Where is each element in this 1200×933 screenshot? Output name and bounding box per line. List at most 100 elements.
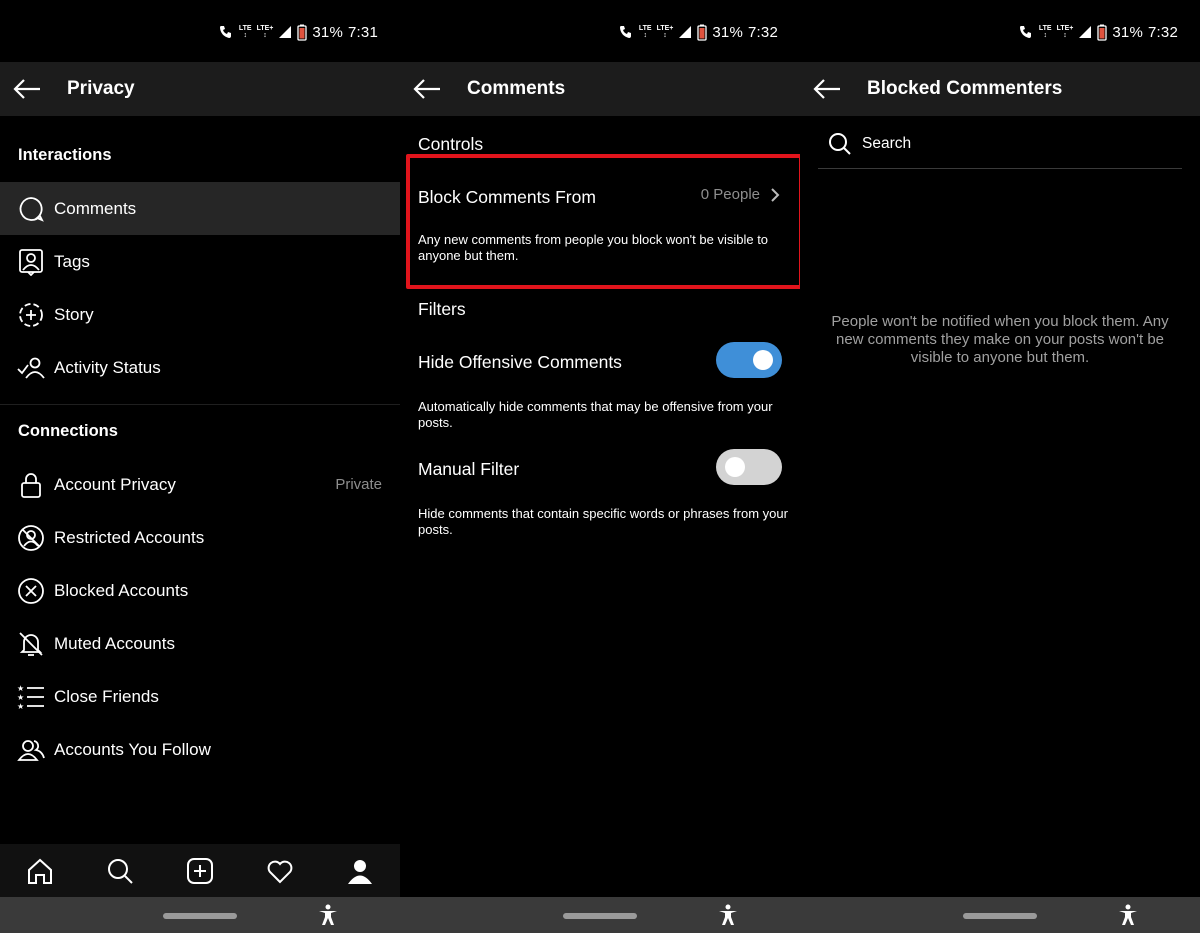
blocked-commenters-screen: LTE ↕ LTE+ ↕ 31% 7:32 Blocked Commenters S…	[800, 0, 1200, 933]
nav-home[interactable]	[24, 855, 56, 887]
page-title: Blocked Commenters	[867, 78, 1063, 99]
toggle-knob	[725, 457, 745, 477]
controls-header: Controls	[418, 134, 484, 154]
hide-offensive-toggle[interactable]	[716, 342, 782, 378]
accessibility-icon[interactable]	[1117, 904, 1139, 926]
menu-item-label: Muted Accounts	[54, 634, 175, 653]
system-navigation-bar	[0, 897, 400, 933]
home-gesture-pill[interactable]	[163, 913, 237, 919]
app-bar: Comments	[400, 62, 800, 116]
menu-item-activity-status[interactable]: Activity Status	[0, 341, 400, 394]
clock: 7:32	[1148, 23, 1178, 41]
wifi-calling-icon	[219, 26, 231, 38]
page-title: Comments	[467, 78, 566, 99]
lte-icon: LTE ↕	[1038, 25, 1052, 39]
activity-status-icon	[17, 357, 45, 379]
app-bar: Blocked Commenters	[800, 62, 1200, 116]
connections-header: Connections	[18, 422, 118, 440]
signal-icon	[679, 26, 692, 38]
system-navigation-bar	[400, 897, 800, 933]
close-friends-icon: ★★★	[17, 684, 44, 711]
back-arrow-icon[interactable]	[412, 76, 442, 102]
back-arrow-icon[interactable]	[12, 76, 42, 102]
manual-filter-toggle[interactable]	[716, 449, 782, 485]
add-post-icon	[187, 857, 213, 884]
bottom-navigation	[0, 844, 400, 897]
signal-icon	[279, 26, 292, 38]
comments-settings-screen: LTE ↕ LTE+ ↕ 31% 7:32 Comments Controls Bl…	[400, 0, 800, 933]
home-icon	[28, 858, 52, 884]
privacy-screen: LTE ↕ LTE+ ↕ 31% 7:31 Privacy Interactions…	[0, 0, 400, 933]
back-arrow-icon[interactable]	[812, 76, 842, 102]
menu-item-restricted-accounts[interactable]: Restricted Accounts	[0, 511, 400, 564]
menu-item-label: Story	[54, 305, 94, 324]
home-gesture-pill[interactable]	[963, 913, 1037, 919]
status-bar: LTE ↕ LTE+ ↕ 31% 7:31	[0, 0, 400, 62]
lte-icon: LTE ↕	[638, 25, 652, 39]
nav-activity[interactable]	[264, 855, 296, 887]
battery-icon	[697, 24, 708, 41]
menu-item-comments[interactable]: Comments	[0, 182, 400, 235]
status-bar: LTE ↕ LTE+ ↕ 31% 7:32	[400, 0, 800, 62]
svg-text:★: ★	[17, 693, 24, 702]
battery-icon	[1097, 24, 1108, 41]
menu-item-tags[interactable]: Tags	[0, 235, 400, 288]
search-input[interactable]: Search	[818, 124, 1182, 169]
following-icon	[17, 740, 45, 761]
home-gesture-pill[interactable]	[563, 913, 637, 919]
clock: 7:32	[748, 23, 778, 41]
menu-item-accounts-you-follow[interactable]: Accounts You Follow	[0, 723, 400, 776]
menu-item-label: Close Friends	[54, 687, 159, 706]
lte-plus-icon: LTE+ ↕	[656, 25, 674, 39]
menu-item-story[interactable]: Story	[0, 288, 400, 341]
interactions-header: Interactions	[18, 146, 112, 164]
nav-search[interactable]	[104, 855, 136, 887]
muted-bell-icon	[19, 632, 43, 656]
hide-offensive-label: Hide Offensive Comments	[418, 352, 622, 372]
blocked-icon	[18, 578, 44, 604]
manual-filter-description: Hide comments that contain specific word…	[418, 506, 788, 537]
highlight-box	[406, 154, 803, 289]
status-bar: LTE ↕ LTE+ ↕ 31% 7:32	[800, 0, 1200, 62]
lte-plus-icon: LTE+ ↕	[256, 25, 274, 39]
account-privacy-value: Private	[335, 476, 382, 493]
battery-percent: 31%	[712, 23, 743, 41]
hide-offensive-description: Automatically hide comments that may be …	[418, 399, 773, 430]
wifi-calling-icon	[1019, 26, 1031, 38]
search-placeholder: Search	[862, 135, 912, 152]
nav-add-post[interactable]	[184, 855, 216, 887]
accessibility-icon[interactable]	[317, 904, 339, 926]
heart-icon	[267, 860, 293, 883]
menu-item-muted-accounts[interactable]: Muted Accounts	[0, 617, 400, 670]
menu-item-account-privacy[interactable]: Account Privacy Private	[0, 458, 400, 511]
search-icon	[108, 858, 133, 884]
clock: 7:31	[348, 23, 378, 41]
battery-percent: 31%	[312, 23, 343, 41]
menu-item-close-friends[interactable]: ★ ★ ★ Close Friends	[0, 670, 400, 723]
system-navigation-bar	[800, 897, 1200, 933]
profile-icon	[348, 859, 372, 884]
manual-filter-label: Manual Filter	[418, 459, 520, 479]
tag-icon	[19, 249, 43, 276]
section-divider	[0, 404, 400, 405]
menu-item-label: Accounts You Follow	[54, 740, 211, 759]
menu-item-label: Activity Status	[54, 358, 161, 377]
menu-item-label: Blocked Accounts	[54, 581, 189, 600]
nav-profile[interactable]	[344, 855, 376, 887]
lte-plus-icon: LTE+ ↕	[1056, 25, 1074, 39]
signal-icon	[1079, 26, 1092, 38]
menu-item-blocked-accounts[interactable]: Blocked Accounts	[0, 564, 400, 617]
svg-text:★: ★	[17, 702, 24, 711]
battery-icon	[297, 24, 308, 41]
app-bar: Privacy	[0, 62, 400, 116]
menu-item-label: Account Privacy	[54, 475, 176, 494]
menu-item-label: Tags	[54, 252, 90, 271]
empty-state-message: People won't be notified when you block …	[831, 313, 1169, 366]
battery-percent: 31%	[1112, 23, 1143, 41]
svg-text:★: ★	[17, 684, 24, 693]
accessibility-icon[interactable]	[717, 904, 739, 926]
filters-header: Filters	[418, 299, 466, 319]
toggle-knob	[753, 350, 773, 370]
wifi-calling-icon	[619, 26, 631, 38]
page-title: Privacy	[67, 78, 135, 99]
